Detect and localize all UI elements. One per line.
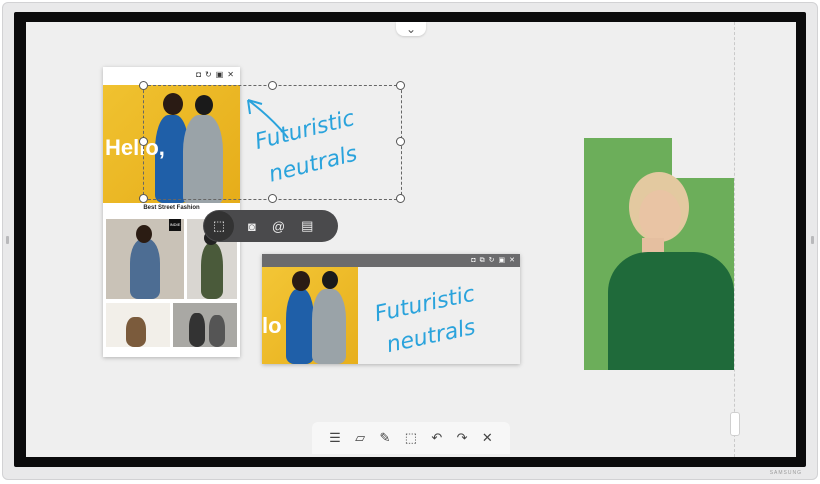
side-button-right — [811, 236, 814, 244]
camera-icon[interactable]: ◘ — [471, 257, 475, 264]
captured-image-window[interactable]: ◘ ⧉ ↻ ▣ ✕ lo Futuristic neutrals — [262, 254, 520, 364]
document-icon[interactable]: ▤ — [301, 218, 313, 234]
share-at-icon[interactable]: @ — [272, 219, 285, 234]
camera-icon[interactable]: ◙ — [248, 219, 256, 234]
redo-icon[interactable]: ↷ — [457, 430, 468, 446]
portrait-sweater — [608, 252, 734, 370]
resize-handle-e[interactable] — [396, 137, 405, 146]
crop-tool-button[interactable]: ⬚ — [204, 211, 234, 241]
close-icon[interactable]: ✕ — [482, 430, 493, 446]
portrait-photo[interactable] — [584, 138, 734, 370]
resize-handle-nw[interactable] — [139, 81, 148, 90]
resize-handle-se[interactable] — [396, 194, 405, 203]
resize-handle-s[interactable] — [268, 194, 277, 203]
resize-handle-sw[interactable] — [139, 194, 148, 203]
bottom-toolbar: ☰ ▱ ✎ ⬚ ↶ ↷ ✕ — [312, 422, 510, 454]
selection-box[interactable] — [139, 81, 405, 203]
whiteboard-canvas[interactable]: ⌄ ◘ ↻ ▣ ✕ Hello, Best Street Fashion IND… — [26, 22, 796, 457]
pin-icon[interactable]: ▣ — [499, 257, 506, 264]
undo-icon[interactable]: ↶ — [431, 430, 442, 446]
copy-icon[interactable]: ⧉ — [480, 257, 485, 264]
captured-fashion-photo: lo — [262, 267, 358, 364]
edit-note-icon[interactable]: ✎ — [380, 430, 391, 446]
side-button-left — [6, 236, 9, 244]
resize-handle-w[interactable] — [139, 137, 148, 146]
resize-handle-n[interactable] — [268, 81, 277, 90]
select-area-icon[interactable]: ⬚ — [405, 430, 417, 446]
brand-logo: SAMSUNG — [769, 470, 802, 476]
window-toolbar: ◘ ⧉ ↻ ▣ ✕ — [262, 254, 520, 267]
selection-popup-toolbar: ⬚ ◙ @ ▤ — [203, 210, 338, 242]
portrait-face — [639, 190, 681, 242]
resize-handle-ne[interactable] — [396, 81, 405, 90]
rotate-icon[interactable]: ↻ — [489, 257, 495, 264]
crop-tool-icon: ⬚ — [212, 218, 226, 233]
close-icon[interactable]: ✕ — [509, 257, 515, 264]
new-note-icon[interactable]: ▱ — [355, 430, 365, 446]
menu-icon[interactable]: ☰ — [329, 430, 341, 446]
hero-text: lo — [262, 313, 282, 338]
